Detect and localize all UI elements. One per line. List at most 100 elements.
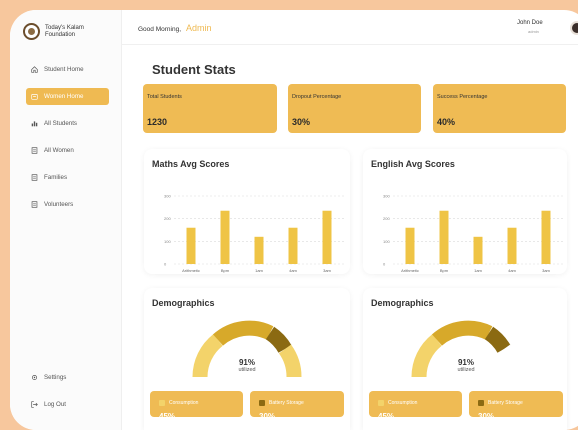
gauge-segment-remaining: [278, 344, 302, 378]
brand-name: Today's Kalam Foundation: [45, 24, 84, 38]
bar: [322, 210, 332, 264]
user-name[interactable]: John Doe: [517, 20, 543, 26]
document-icon: [31, 174, 38, 181]
x-tick-label: 1am: [255, 268, 263, 273]
sidebar: Today's Kalam Foundation Student Home Wo…: [10, 10, 122, 430]
brand[interactable]: Today's Kalam Foundation: [23, 23, 95, 40]
stat-card-total-students: Total Students 1230: [143, 84, 277, 133]
gauge-value: 91%: [457, 358, 474, 367]
y-tick-label: 0: [164, 262, 167, 267]
page-title: Student Stats: [152, 62, 236, 77]
bar: [220, 210, 230, 264]
gauge-caption: utilized: [457, 367, 475, 373]
home-icon: [31, 66, 38, 73]
stat-card-success: Success Percentage 40%: [433, 84, 566, 133]
x-tick-label: 3am: [323, 268, 331, 273]
sidebar-item-families[interactable]: Families: [26, 169, 109, 186]
stat-value: 40%: [437, 117, 456, 127]
utilization-gauge: [411, 320, 521, 378]
legend-label: Consumption: [169, 400, 199, 406]
document-icon: [31, 201, 38, 208]
legend-consumption: Consumption 45%: [150, 391, 243, 421]
greeting-text: Good Morning,: [138, 26, 181, 33]
x-tick-label: Bpm: [221, 268, 230, 273]
document-icon: [31, 147, 38, 154]
gauge-center-label: 91% utilized: [436, 358, 496, 373]
legend-value: 45%: [159, 412, 176, 421]
foundation-logo: [23, 23, 40, 40]
sidebar-item-logout[interactable]: Log Out: [26, 396, 109, 413]
bar-chart-icon: [31, 120, 38, 127]
bar: [541, 210, 551, 264]
sidebar-item-label: All Students: [44, 120, 78, 127]
y-tick-label: 300: [383, 194, 390, 199]
stat-value: 30%: [292, 117, 311, 127]
bar: [254, 236, 264, 264]
stat-value: 1230: [147, 117, 168, 127]
gauge-center-label: 91% utilized: [217, 358, 277, 373]
stat-label: Total Students: [147, 94, 182, 100]
utilization-gauge: [192, 320, 302, 378]
x-tick-label: 1am: [474, 268, 482, 273]
bar: [507, 227, 517, 264]
y-tick-label: 100: [383, 239, 390, 244]
sidebar-item-label: Settings: [44, 374, 67, 381]
gauge-segment-remaining: [497, 344, 521, 378]
bar: [439, 210, 449, 264]
logout-icon: [31, 401, 38, 408]
sidebar-item-settings[interactable]: Settings: [26, 369, 109, 386]
maths-bar-chart: 0 100 200 300 Arithmetic Bpm 1am 4am 3am: [164, 194, 344, 273]
gauge-segment-consumption: [192, 334, 223, 378]
greeting-role: Admin: [186, 23, 212, 33]
stat-label: Success Percentage: [437, 94, 488, 100]
bar: [473, 236, 483, 264]
sidebar-item-label: Volunteers: [44, 201, 74, 208]
sidebar-item-label: Student Home: [44, 66, 84, 73]
x-tick-label: Bpm: [440, 268, 449, 273]
gear-icon: [31, 374, 38, 381]
y-tick-label: 200: [383, 216, 390, 221]
avatar[interactable]: [570, 21, 578, 35]
top-bar: Good Morning, Admin John Doe admin: [121, 10, 578, 45]
english-chart-card: English Avg Scores 0 100 200 300 Arithmetic B…: [363, 149, 567, 274]
y-tick-label: 200: [164, 216, 171, 221]
bar: [405, 227, 415, 264]
bar: [186, 227, 196, 264]
sidebar-item-label: Women Home: [44, 93, 84, 100]
x-tick-label: 4am: [289, 268, 297, 273]
app-frame: Today's Kalam Foundation Student Home Wo…: [10, 10, 578, 430]
y-tick-label: 300: [164, 194, 171, 199]
x-tick-label: 3am: [542, 268, 550, 273]
legend-swatch: [259, 400, 265, 406]
gauge-segment-mid: [213, 320, 274, 346]
legend-swatch: [159, 400, 165, 406]
legend-label: Consumption: [388, 400, 418, 406]
sidebar-item-label: Families: [44, 174, 68, 181]
sidebar-item-volunteers[interactable]: Volunteers: [26, 196, 109, 213]
y-tick-label: 100: [164, 239, 171, 244]
gauge-segment-consumption: [411, 334, 442, 378]
demographics-card-2: Demographics 91% utilized Consumption 45…: [363, 288, 567, 430]
sidebar-footer: Settings Log Out: [26, 369, 109, 423]
legend-value: 30%: [259, 412, 276, 421]
sidebar-item-label: Log Out: [44, 401, 67, 408]
sidebar-item-all-students[interactable]: All Students: [26, 115, 109, 132]
sidebar-item-student-home[interactable]: Student Home: [26, 61, 109, 78]
sidebar-item-label: All Women: [44, 147, 74, 154]
gauge-caption: utilized: [238, 367, 256, 373]
gauge-segment-mid: [432, 320, 493, 346]
gauge-value: 91%: [238, 358, 255, 367]
english-bar-chart: 0 100 200 300 Arithmetic Bpm 1am 4am 3am: [383, 194, 563, 273]
x-tick-label: Arithmetic: [401, 268, 419, 273]
legend-label: Battery Storage: [488, 400, 523, 406]
legend-battery-storage: Battery Storage 30%: [250, 391, 344, 421]
stat-card-dropout: Dropout Percentage 30%: [288, 84, 421, 133]
legend-consumption: Consumption 45%: [369, 391, 462, 421]
y-tick-label: 0: [383, 262, 386, 267]
legend-value: 45%: [378, 412, 395, 421]
x-tick-label: Arithmetic: [182, 268, 200, 273]
gauge-segment-battery: [265, 326, 292, 354]
sidebar-item-women-home[interactable]: Women Home: [26, 88, 109, 105]
maths-chart-card: Maths Avg Scores 0 100 200 300 Arithmetic Bpm…: [144, 149, 350, 274]
sidebar-item-all-women[interactable]: All Women: [26, 142, 109, 159]
